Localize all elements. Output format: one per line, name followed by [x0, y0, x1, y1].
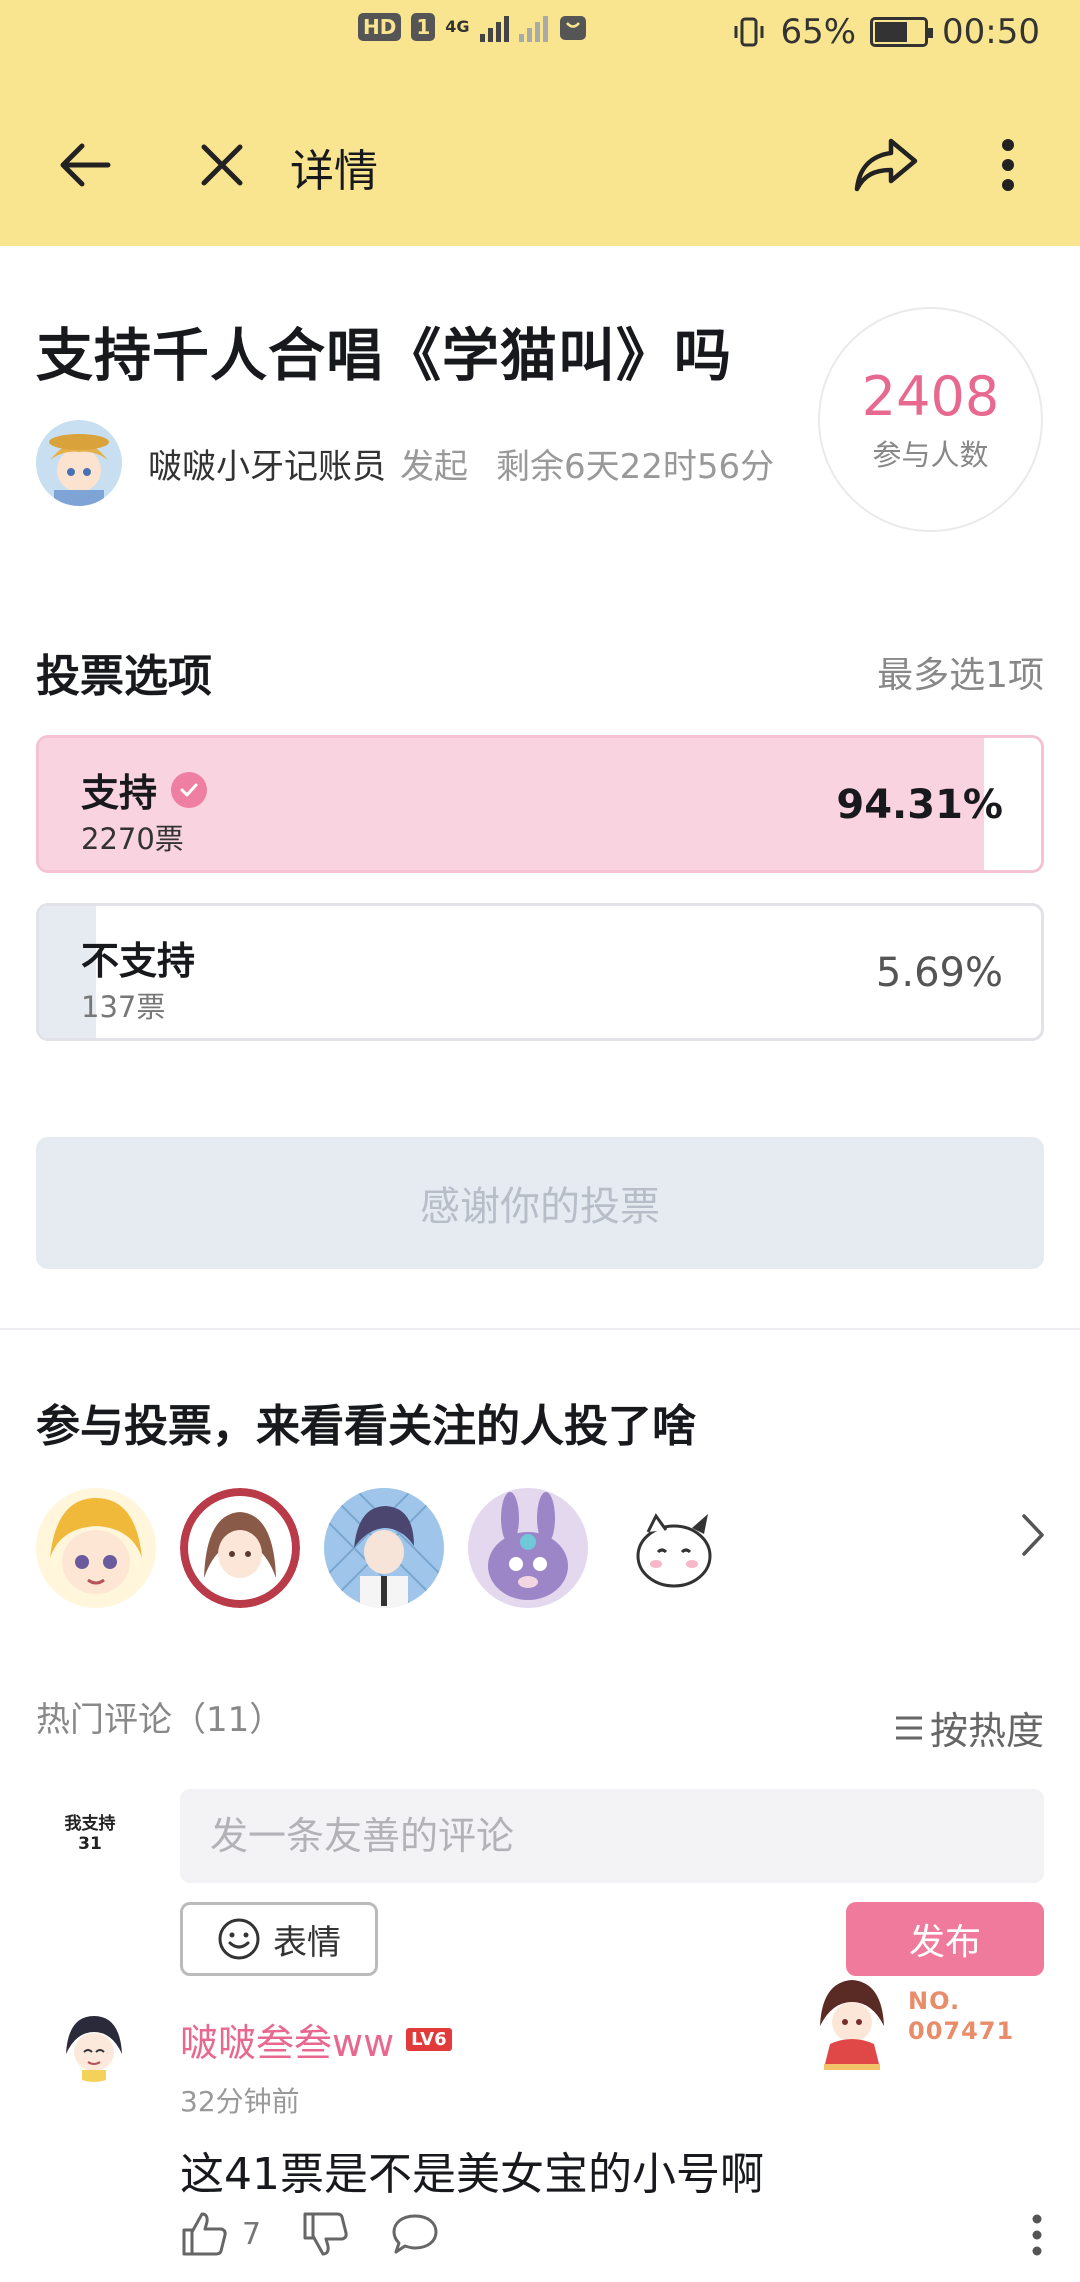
comment-more-button[interactable] [1032, 2214, 1042, 2260]
arrow-left-icon [60, 143, 111, 187]
fan-badge-number: 007471 [908, 2017, 1015, 2045]
sim-indicator: 1 [411, 13, 436, 41]
my-stance-label: 我支持 [64, 1814, 116, 1834]
sort-by-popularity-button[interactable]: 按热度 [894, 1700, 1044, 1755]
top-bar: HD 1 4G 65% 00:50 详情 [0, 0, 1080, 246]
thumbs-up-icon [182, 2212, 227, 2256]
comments-title: 热门评论（11） [36, 1700, 284, 1740]
comment-text: 这41票是不是美女宝的小号啊 [180, 2149, 764, 2200]
comment-input[interactable] [180, 1789, 1044, 1883]
close-icon [201, 144, 243, 186]
more-vertical-icon [1032, 2214, 1042, 2256]
like-count: 7 [242, 2216, 262, 2252]
author-avatar[interactable] [36, 420, 122, 506]
author-action: 发起 [400, 446, 468, 487]
battery-percent: 65% [780, 12, 857, 52]
comment-username[interactable]: 啵啵叁叁ww [180, 2012, 394, 2067]
page-title: 详情 [290, 146, 378, 197]
friends-title: 参与投票，来看看关注的人投了啥 [36, 1401, 696, 1452]
smiley-icon [218, 1918, 260, 1960]
reply-button[interactable] [391, 2211, 439, 2257]
signal-2-icon [518, 12, 548, 42]
chevron-right-icon [1022, 1514, 1044, 1556]
share-icon [854, 138, 918, 192]
vote-option-votes: 2270票 [81, 822, 184, 856]
thumbs-down-icon [303, 2212, 348, 2256]
hd-indicator: HD [358, 13, 402, 41]
fan-badge-label: NO. [908, 1987, 961, 2015]
participants-count: 2408 [861, 365, 1000, 428]
back-button[interactable] [45, 110, 125, 220]
vote-option-votes: 137票 [81, 990, 166, 1024]
my-stance-count: 31 [78, 1834, 102, 1854]
emoji-label: 表情 [273, 1922, 341, 1963]
vibrate-icon [734, 17, 764, 47]
vote-option-percent: 5.69% [875, 950, 1003, 996]
like-button[interactable]: 7 [180, 2210, 261, 2258]
comment-time: 32分钟前 [180, 2085, 300, 2118]
sort-label: 按热度 [929, 1709, 1044, 1753]
dislike-button[interactable] [301, 2210, 351, 2258]
emoji-button[interactable]: 表情 [180, 1902, 378, 1976]
level-badge: LV6 [406, 2028, 452, 2051]
vote-option-oppose[interactable]: 不支持 137票 5.69% [36, 903, 1044, 1041]
participants-label: 参与人数 [872, 438, 989, 472]
options-hint: 最多选1项 [877, 655, 1044, 696]
author-row: 啵啵小牙记账员 发起 剩余6天22时56分 [36, 420, 774, 506]
friend-avatar[interactable] [468, 1488, 588, 1608]
vote-option-percent: 94.31% [836, 782, 1003, 828]
friend-avatar[interactable] [612, 1488, 732, 1608]
thanks-vote-button[interactable]: 感谢你的投票 [36, 1137, 1044, 1269]
friends-more-button[interactable] [1020, 1512, 1046, 1562]
vote-title: 支持千人合唱《学猫叫》吗 [36, 323, 732, 389]
app-header: 详情 [0, 110, 1080, 220]
status-bar: HD 1 4G 65% 00:50 [0, 0, 1080, 64]
friend-avatar[interactable] [36, 1488, 156, 1608]
comment-actions: 7 [180, 2210, 479, 2258]
section-divider [0, 1328, 1080, 1330]
clock: 00:50 [942, 12, 1040, 52]
store-icon [559, 16, 586, 40]
comment-user: 啵啵叁叁ww LV6 [180, 2012, 452, 2067]
battery-icon [870, 17, 934, 47]
more-vertical-icon [1002, 139, 1014, 191]
comment-avatar[interactable] [58, 2010, 130, 2082]
fan-badge-character-icon [820, 1980, 884, 2070]
more-button[interactable] [968, 110, 1048, 220]
chat-bubble-icon [392, 2214, 438, 2254]
vote-option-name: 支持 [81, 771, 158, 815]
friends-avatar-list [36, 1488, 732, 1608]
sort-icon [895, 1716, 922, 1739]
author-name[interactable]: 啵啵小牙记账员 [148, 439, 386, 488]
friend-avatar[interactable] [324, 1488, 444, 1608]
vote-option-name: 不支持 [81, 939, 196, 983]
signal-icon [479, 12, 509, 42]
network-type: 4G [445, 17, 470, 36]
participants-counter: 2408 参与人数 [818, 307, 1043, 532]
close-button[interactable] [182, 110, 262, 220]
vote-option-support[interactable]: 支持 2270票 94.31% [36, 735, 1044, 873]
options-title: 投票选项 [36, 651, 212, 702]
check-icon [171, 771, 208, 808]
my-stance-badge: 我支持 31 [58, 1814, 122, 1854]
remaining-time: 剩余6天22时56分 [496, 446, 775, 487]
fan-badge: NO. 007471 [800, 1960, 1030, 2090]
share-button[interactable] [846, 110, 926, 220]
friend-avatar[interactable] [180, 1488, 300, 1608]
